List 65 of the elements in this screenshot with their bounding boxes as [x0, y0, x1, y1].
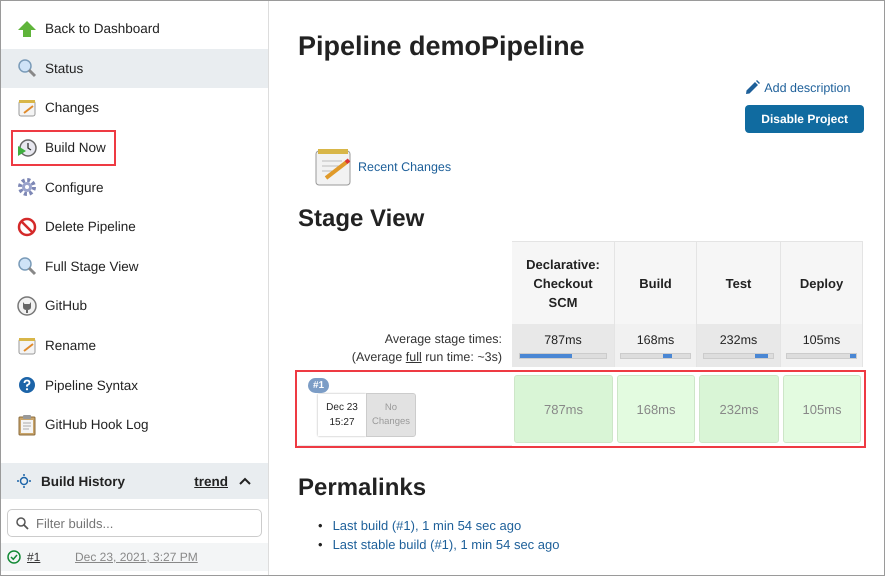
magnifier-icon [17, 256, 37, 276]
filter-field[interactable]: Filter builds... [7, 509, 262, 537]
run-date: Dec 23 [326, 402, 358, 412]
sidebar-item-label: Delete Pipeline [45, 219, 136, 234]
sidebar-item[interactable]: Pipeline Syntax [1, 365, 268, 405]
magnifier-icon [17, 58, 37, 78]
sidebar-item[interactable]: Build Now [1, 128, 268, 168]
gear-icon [17, 177, 37, 198]
cat-logo-icon [17, 296, 37, 316]
trend-link[interactable]: trend [194, 474, 228, 488]
average-time: 232ms [720, 332, 758, 346]
average-stage-times-label: Average stage times: [384, 331, 502, 348]
build-history-title: Build History [41, 474, 126, 488]
average-run-time-text: (Average full run time: ~3s) [350, 349, 502, 366]
sidebar-item[interactable]: Status [1, 48, 268, 88]
caret-icon[interactable] [238, 476, 252, 486]
sidebar-item-label: Full Stage View [45, 258, 139, 274]
page-title: Pipeline demoPipeline [298, 31, 586, 62]
average-time: 105ms [802, 332, 840, 346]
clock-play-icon [17, 138, 37, 158]
run-time: 15:27 [329, 416, 355, 428]
sidebar-item[interactable]: Delete Pipeline [1, 206, 268, 247]
stage-header: Deploy [781, 241, 863, 324]
sidebar-item-label: Build Now [45, 140, 106, 156]
notepad-icon [17, 336, 37, 356]
sidebar-item-label: Changes [45, 100, 100, 116]
average-time: 168ms [636, 332, 674, 346]
permalinks-heading: Permalinks [298, 474, 428, 502]
sidebar-item[interactable]: GitHub [1, 286, 268, 326]
sidebar-item[interactable]: Full Stage View [1, 246, 268, 286]
sidebar-item[interactable]: Configure [1, 167, 268, 207]
disable-project-button[interactable]: Disable Project [745, 105, 864, 133]
sidebar-item-label: GitHub [45, 298, 88, 314]
sidebar-item-label: Configure [45, 180, 104, 195]
full-link[interactable]: full [406, 350, 422, 364]
recent-changes-link[interactable]: Recent Changes [358, 160, 452, 174]
sidebar-item[interactable]: Back to Dashboard [1, 9, 268, 49]
permalink[interactable]: Last stable build (#1), 1 min 54 sec ago [332, 535, 560, 554]
search-icon [16, 517, 29, 530]
bullet: • [318, 517, 323, 535]
notepad-icon [17, 98, 37, 118]
sidebar-item-label: Pipeline Syntax [45, 378, 138, 393]
sidebar-item-label: Back to Dashboard [45, 21, 160, 36]
sidebar-item[interactable]: Changes [1, 88, 268, 128]
pencil-icon [745, 80, 760, 95]
average-time: 787ms [544, 332, 582, 346]
stage-header: Declarative: Checkout SCM [512, 241, 615, 324]
stage-view-heading: Stage View [298, 205, 426, 233]
no-changes-box: No Changes [366, 392, 416, 436]
permalink[interactable]: Last build (#1), 1 min 54 sec ago [332, 516, 522, 535]
sidebar-item-label: Status [45, 60, 84, 76]
sidebar-item-label: Rename [45, 338, 96, 354]
stage-header: Build [615, 241, 697, 324]
stage-header: Test [697, 241, 781, 324]
sidebar-item[interactable]: GitHub Hook Log [1, 404, 268, 445]
help-icon [17, 375, 37, 396]
add-description-link[interactable]: Add description [745, 80, 850, 95]
bullet: • [318, 536, 323, 554]
sidebar-item[interactable]: Rename [1, 326, 268, 366]
sidebar-item-label: GitHub Hook Log [45, 417, 149, 432]
build-number-link[interactable]: #1 [27, 550, 63, 564]
sun-icon [17, 474, 31, 488]
clipboard-icon [17, 414, 37, 436]
no-entry-icon [17, 216, 37, 237]
up-arrow-icon [17, 20, 37, 38]
